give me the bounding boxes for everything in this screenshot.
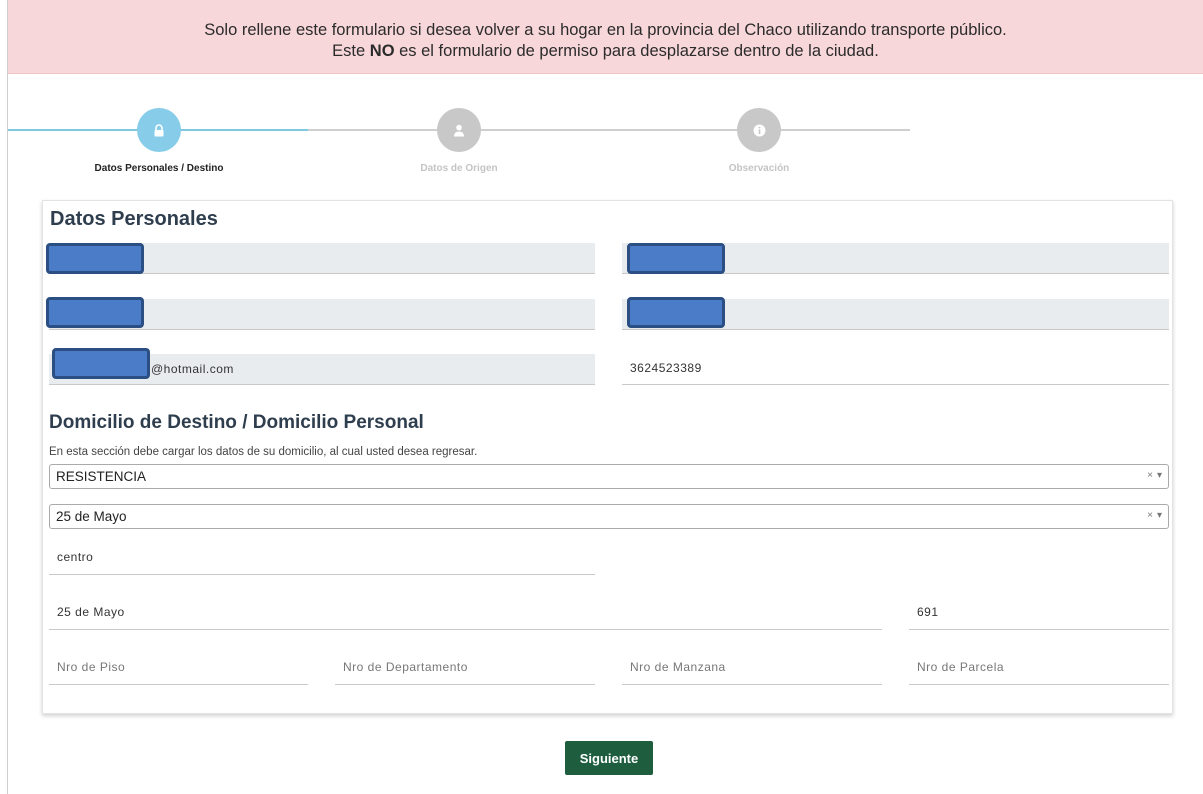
piso-placeholder: Nro de Piso [57, 660, 126, 674]
warning-banner: Solo rellene este formulario si desea vo… [8, 0, 1203, 74]
email-suffix: @hotmail.com [151, 362, 234, 376]
numero-field[interactable]: 691 [909, 595, 1169, 630]
localidad-value: RESISTENCIA [56, 469, 147, 484]
step-1-circle[interactable] [137, 108, 181, 152]
stepper-track-line [308, 129, 910, 131]
barrio-value: centro [57, 550, 94, 564]
destino-hint: En esta sección debe cargar los datos de… [49, 446, 478, 458]
step-3-label[interactable]: Observación [659, 163, 859, 174]
clear-icon[interactable]: × [1147, 470, 1153, 481]
calle-field[interactable]: 25 de Mayo [49, 595, 882, 630]
manzana-placeholder: Nro de Manzana [630, 660, 726, 674]
localidad-select[interactable]: RESISTENCIA × ▾ [49, 464, 1169, 489]
departamento-field[interactable]: Nro de Departamento [335, 650, 595, 685]
step-1-label[interactable]: Datos Personales / Destino [59, 163, 259, 174]
clear-icon[interactable]: × [1147, 510, 1153, 521]
redacted-email [52, 348, 150, 379]
barrio-field[interactable]: centro [49, 540, 595, 575]
piso-field[interactable]: Nro de Piso [49, 650, 308, 685]
phone-value: 3624523389 [630, 361, 702, 375]
next-button[interactable]: Siguiente [565, 741, 653, 775]
calle-select[interactable]: 25 de Mayo × ▾ [49, 504, 1169, 529]
departamento-placeholder: Nro de Departamento [343, 660, 468, 674]
step-2-label[interactable]: Datos de Origen [359, 163, 559, 174]
phone-field[interactable]: 3624523389 [622, 352, 1169, 385]
redacted-nombre [46, 243, 144, 274]
chevron-down-icon[interactable]: ▾ [1157, 510, 1162, 521]
numero-value: 691 [917, 605, 939, 619]
redacted-dni [46, 297, 144, 328]
calle-select-value: 25 de Mayo [56, 509, 127, 524]
step-3-circle[interactable] [737, 108, 781, 152]
parcela-field[interactable]: Nro de Parcela [909, 650, 1169, 685]
redacted-apellido [627, 243, 725, 274]
chevron-down-icon[interactable]: ▾ [1157, 470, 1162, 481]
info-icon [753, 124, 765, 136]
destino-title: Domicilio de Destino / Domicilio Persona… [49, 412, 424, 433]
parcela-placeholder: Nro de Parcela [917, 660, 1005, 674]
personal-data-title: Datos Personales [50, 208, 218, 230]
warning-line-2: Este NO es el formulario de permiso para… [332, 42, 879, 60]
lock-icon [154, 123, 164, 136]
user-icon [454, 124, 464, 136]
step-2-circle[interactable] [437, 108, 481, 152]
manzana-field[interactable]: Nro de Manzana [622, 650, 882, 685]
calle-value: 25 de Mayo [57, 605, 125, 619]
redacted-cuil [627, 297, 725, 328]
page-left-border [7, 0, 8, 794]
warning-line-1: Solo rellene este formulario si desea vo… [204, 21, 1007, 39]
